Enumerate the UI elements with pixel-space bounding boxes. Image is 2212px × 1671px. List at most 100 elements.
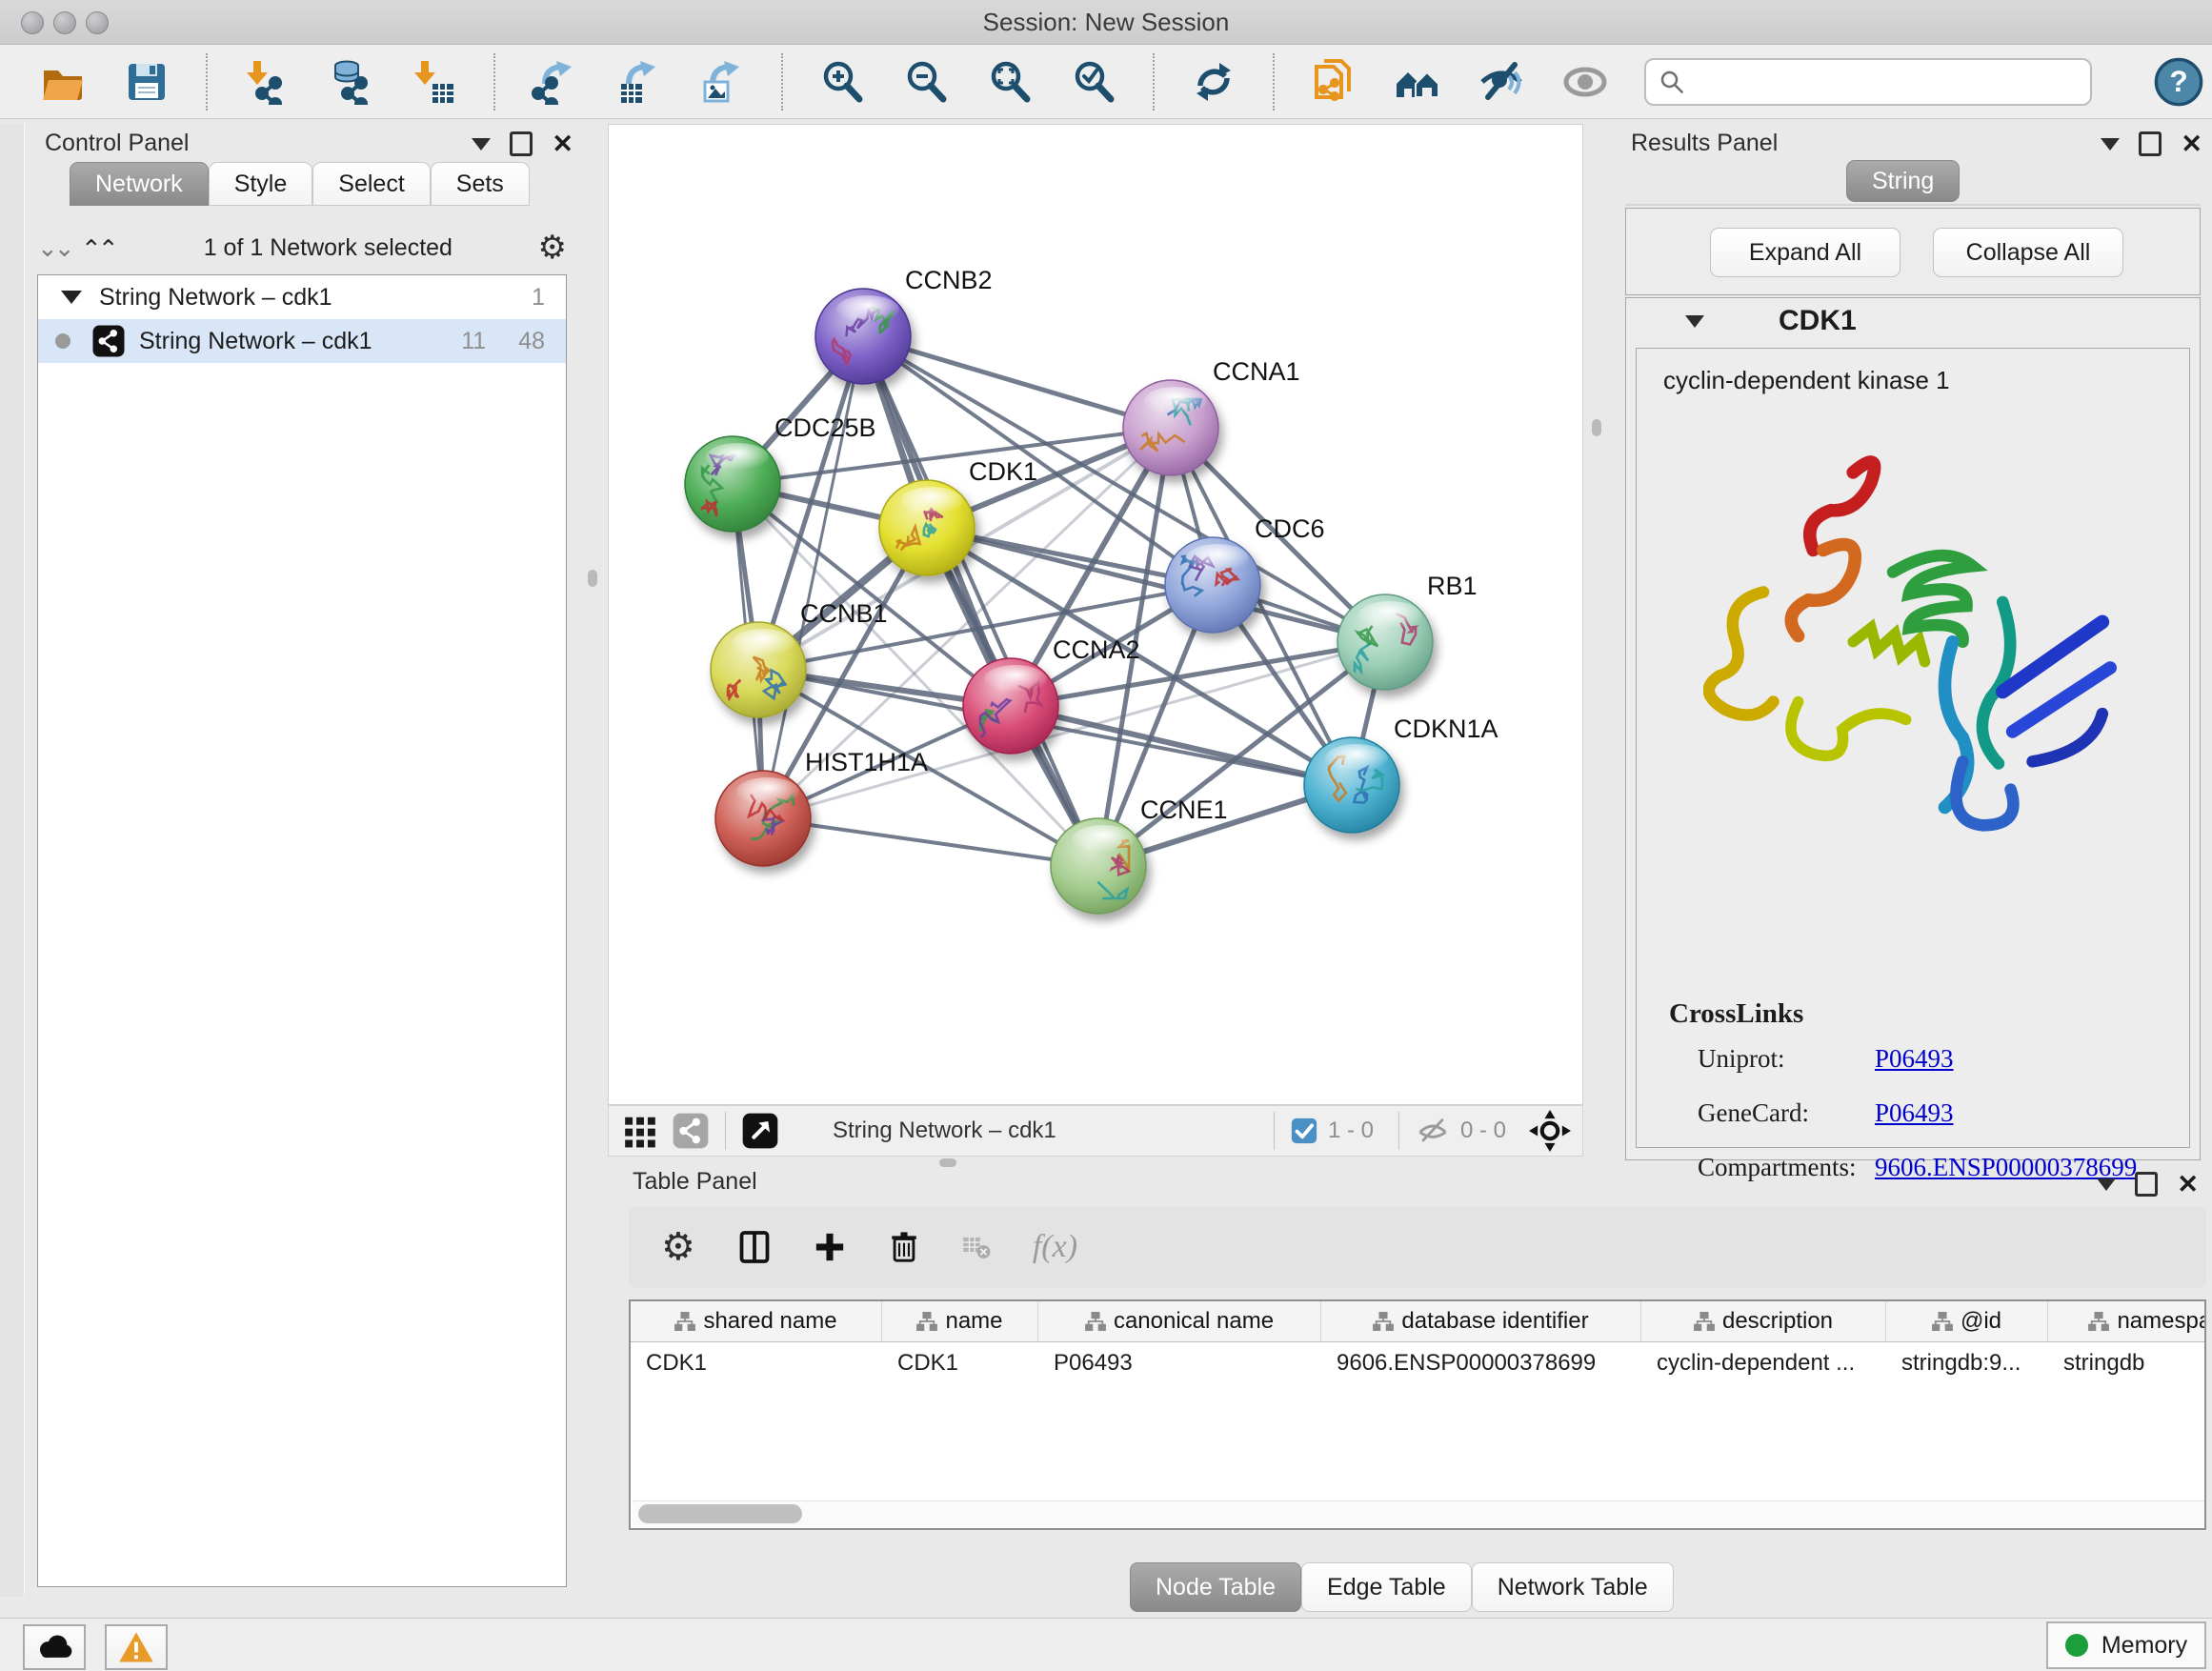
column-header-shared-name[interactable]: shared name [631,1301,882,1341]
column-header-database-identifier[interactable]: database identifier [1321,1301,1641,1341]
birdseye-toggle-icon[interactable] [741,1112,779,1150]
hide-details-icon[interactable] [1477,57,1526,107]
selected-nodes-checkbox-icon[interactable] [1290,1117,1318,1145]
network-from-selection-icon[interactable] [1309,57,1358,107]
control-panel-float-icon[interactable] [510,131,533,156]
search-input[interactable] [1686,68,2090,96]
search-icon [1658,68,1686,96]
control-panel-menu-icon[interactable] [472,138,491,151]
selected-counts: 1 - 0 [1328,1117,1374,1144]
delete-column-trash-icon[interactable] [888,1228,920,1266]
table-options-gear-icon[interactable]: ⚙ [661,1233,695,1261]
network-mode-icon[interactable] [672,1112,710,1150]
network-selected-status: 1 of 1 Network selected [118,234,537,262]
protein-structure-image [1703,433,2122,861]
tab-network[interactable]: Network [70,162,209,206]
zoom-selected-icon[interactable] [1069,57,1118,107]
node-CDKN1A[interactable]: CDKN1A [1304,715,1498,833]
import-table-icon[interactable] [410,57,459,107]
birdseye-icon[interactable] [1393,57,1442,107]
tab-string[interactable]: String [1846,160,1960,202]
vertical-splitter-handle-left[interactable] [588,570,597,587]
memory-button[interactable]: Memory [2046,1621,2206,1669]
results-panel-float-icon[interactable] [2139,131,2162,156]
import-network-icon[interactable] [242,57,292,107]
tab-select[interactable]: Select [312,162,430,206]
network-edge-count: 48 [518,328,545,355]
export-network-icon[interactable] [530,57,579,107]
table-cell[interactable]: 9606.ENSP00000378699 [1321,1342,1641,1384]
collapse-all-button[interactable]: Collapse All [1933,228,2123,277]
show-columns-icon[interactable] [737,1228,772,1266]
network-canvas[interactable]: CCNB2 CCNA1 CDC25B CDK1 CDC6 RB1 CCNB1 C… [608,124,1583,1105]
column-header-description[interactable]: description [1641,1301,1886,1341]
node-CCNA1[interactable]: CCNA1 [1123,357,1300,475]
export-image-icon[interactable] [697,57,747,107]
table-panel-menu-icon[interactable] [2097,1178,2116,1191]
create-column-plus-icon[interactable] [814,1229,846,1265]
control-panel-close-icon[interactable]: ✕ [552,134,573,153]
collection-label: String Network – cdk1 [99,284,532,312]
table-panel-float-icon[interactable] [2135,1172,2158,1197]
hidden-elements-eye-icon[interactable] [1415,1115,1451,1147]
network-row[interactable]: String Network – cdk1 11 48 [38,319,566,363]
zoom-out-icon[interactable] [901,57,951,107]
table-row[interactable]: CDK1CDK1P064939606.ENSP00000378699cyclin… [631,1342,2204,1384]
node-CDC25B[interactable]: CDC25B [685,413,876,532]
zoom-in-icon[interactable] [817,57,867,107]
vertical-splitter-handle-right[interactable] [1592,419,1601,436]
node-RB1[interactable]: RB1 [1337,572,1478,690]
column-header-name[interactable]: name [882,1301,1038,1341]
tab-edge-table[interactable]: Edge Table [1301,1562,1472,1612]
export-table-icon[interactable] [613,57,663,107]
column-header-canonical-name[interactable]: canonical name [1038,1301,1321,1341]
network-list: String Network – cdk1 1 String Network –… [37,274,567,1587]
node-CCNB1[interactable]: CCNB1 [711,599,888,717]
toolbar-separator [493,53,495,111]
tab-node-table[interactable]: Node Table [1130,1562,1301,1612]
network-list-options-icon[interactable]: ⚙ [538,233,567,262]
table-cell[interactable]: P06493 [1038,1342,1321,1384]
open-folder-icon[interactable] [38,57,88,107]
table-cell[interactable]: CDK1 [882,1342,1038,1384]
tab-network-table[interactable]: Network Table [1472,1562,1674,1612]
tab-style[interactable]: Style [209,162,313,206]
node-CDK1[interactable]: CDK1 [879,457,1037,575]
save-icon[interactable] [122,57,171,107]
collection-expander-icon[interactable] [61,291,82,304]
node-CCNE1[interactable]: CCNE1 [1051,795,1228,914]
cloud-button[interactable] [23,1624,86,1670]
grid-mode-icon[interactable] [622,1113,658,1149]
warnings-button[interactable] [105,1624,168,1670]
table-cell[interactable]: CDK1 [631,1342,882,1384]
column-header--id[interactable]: @id [1886,1301,2048,1341]
collapse-all-networks-icon[interactable]: ⌄⌄ [37,238,71,257]
table-cell[interactable]: stringdb [2048,1342,2206,1384]
table-cell[interactable]: stringdb:9... [1886,1342,2048,1384]
zoom-fit-icon[interactable] [985,57,1035,107]
apply-layout-icon[interactable] [1189,57,1238,107]
gene-section-expander-icon[interactable] [1685,315,1704,328]
table-h-scrollbar[interactable] [633,1500,2204,1526]
crosslink-link[interactable]: P06493 [1875,1044,1954,1074]
import-database-icon[interactable] [326,57,375,107]
table-h-scrollbar-thumb[interactable] [638,1504,802,1523]
help-button[interactable]: ? [2153,56,2204,108]
fit-selected-move-icon[interactable] [1529,1110,1571,1152]
network-collection-row[interactable]: String Network – cdk1 1 [38,275,566,319]
crosslink-link[interactable]: P06493 [1875,1098,1954,1128]
table-cell[interactable]: cyclin-dependent ... [1641,1342,1886,1384]
toolbar-separator [1273,53,1275,111]
expand-all-networks-icon[interactable]: ⌄⌄ [85,238,119,257]
show-details-icon[interactable] [1560,57,1610,107]
node-HIST1H1A[interactable]: HIST1H1A [715,748,928,866]
node-table[interactable]: shared namenamecanonical namedatabase id… [629,1299,2206,1530]
results-panel-menu-icon[interactable] [2101,138,2120,151]
search-box[interactable] [1644,58,2092,106]
expand-all-button[interactable]: Expand All [1710,228,1900,277]
tab-sets[interactable]: Sets [431,162,530,206]
table-panel-close-icon[interactable]: ✕ [2177,1175,2199,1194]
results-panel-close-icon[interactable]: ✕ [2181,134,2202,153]
column-header-namespace[interactable]: namespace [2048,1301,2206,1341]
crosslink-row: GeneCard:P06493 [1698,1098,2174,1153]
